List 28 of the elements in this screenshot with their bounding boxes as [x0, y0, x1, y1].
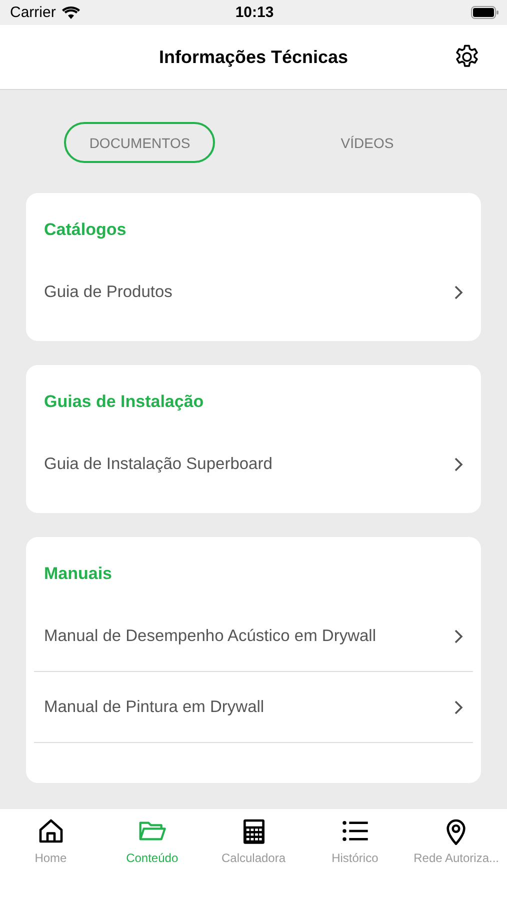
item-label: Guia de Instalação Superboard: [44, 454, 272, 474]
list-item[interactable]: Manual de Desempenho Acústico em Drywall: [26, 601, 481, 671]
list-item[interactable]: Guia de Instalação Superboard: [26, 429, 481, 499]
chevron-right-icon: [454, 284, 463, 300]
chevron-right-icon: [454, 456, 463, 472]
item-label: Guia de Produtos: [44, 282, 172, 302]
item-label: Manual de Pintura em Drywall: [44, 698, 264, 716]
tab-bar-item[interactable]: Calculadora: [202, 817, 304, 900]
item-label: Manual de Desempenho Acústico em Drywall: [44, 626, 376, 646]
screen-title: Informações Técnicas: [158, 46, 348, 68]
section-title: Catálogos: [43, 219, 128, 241]
section-title: Manuais: [43, 563, 114, 585]
wifi-icon: [62, 6, 80, 19]
segment-tab[interactable]: VÍDEOS: [292, 122, 443, 163]
tab-bar-item[interactable]: Home: [0, 817, 102, 900]
list-item[interactable]: Manual de Pintura em Drywall: [26, 672, 481, 742]
home-icon: [36, 817, 65, 845]
tab-bar-item[interactable]: Rede Autoriza...: [406, 817, 507, 900]
list-item[interactable]: Guia de Produtos: [26, 257, 481, 327]
carrier-name: Carrier: [10, 4, 56, 21]
segment-tab[interactable]: DOCUMENTOS: [64, 122, 216, 163]
tab-bar-item[interactable]: Conteúdo: [101, 817, 203, 900]
chevron-right-icon: [454, 700, 463, 714]
battery-icon: [471, 6, 499, 19]
clock-time: 10:13: [235, 4, 274, 21]
tab-bar-item[interactable]: Histórico: [304, 817, 406, 900]
chevron-right-icon: [454, 628, 463, 644]
section-title: Guias de Instalação: [43, 391, 205, 413]
